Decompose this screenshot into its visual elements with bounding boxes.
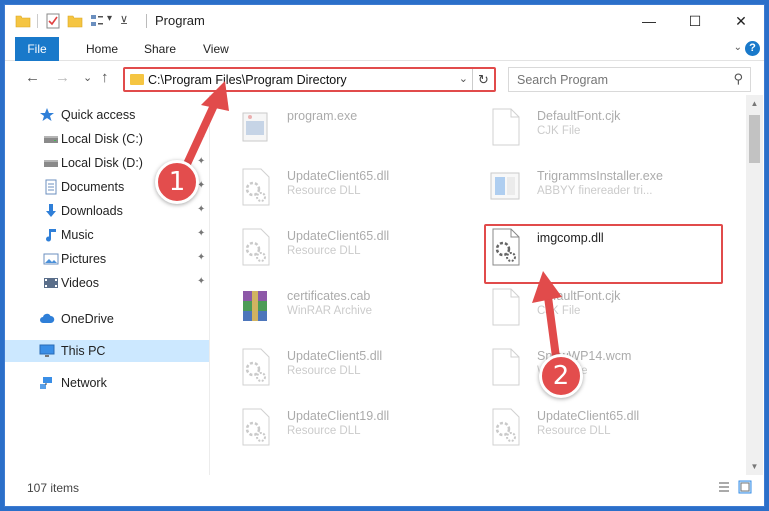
step-2-badge: 2 bbox=[539, 354, 583, 398]
step-1-badge: 1 bbox=[155, 160, 199, 204]
annotation-arrows bbox=[177, 81, 562, 376]
explorer-window: ▾ ⊻ Program — ☐ ✕ File Home Share View ⌄… bbox=[4, 4, 765, 507]
